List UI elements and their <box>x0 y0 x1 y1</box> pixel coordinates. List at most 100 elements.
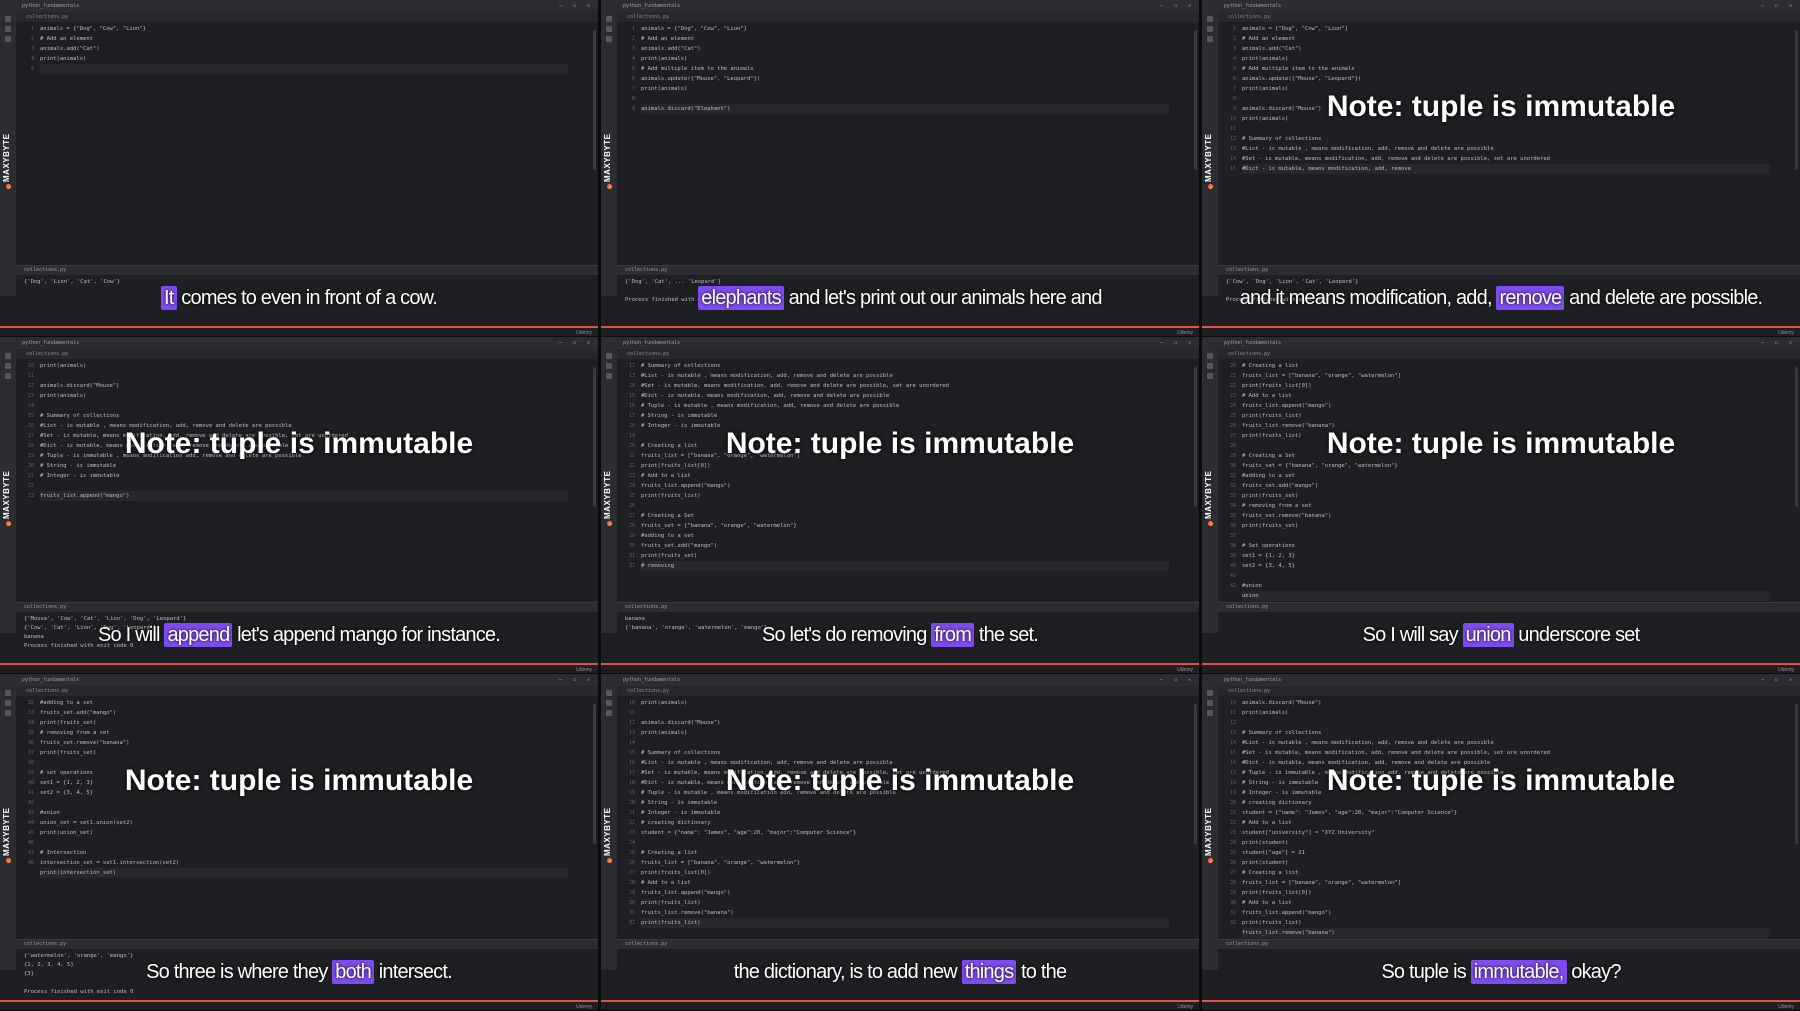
run-header[interactable]: collections.py <box>1218 266 1800 275</box>
code-line[interactable]: # Summary of collections <box>1242 728 1770 738</box>
code-line[interactable]: set1 = {1, 2, 3} <box>1242 551 1770 561</box>
run-tab-label[interactable]: collections.py <box>625 941 667 947</box>
code-line[interactable] <box>40 481 568 491</box>
code-line[interactable]: animals.update({"Mouse", "Leopard"}) <box>641 74 1169 84</box>
code-editor[interactable]: # Creating a list fruits_list = ["banana"… <box>1242 361 1770 601</box>
code-line[interactable]: student["age"] = 21 <box>1242 848 1770 858</box>
code-line[interactable]: print(fruits_list[0]) <box>1242 381 1770 391</box>
code-line[interactable]: print(animals) <box>641 728 1169 738</box>
code-line[interactable] <box>641 94 1169 104</box>
window-titlebar[interactable]: python_fundamentals — ◻ ✕ <box>0 337 598 349</box>
code-line[interactable]: print(fruits_list) <box>641 898 1169 908</box>
code-line[interactable]: print(fruits_set) <box>1242 491 1770 501</box>
code-line[interactable]: print(animals) <box>641 84 1169 94</box>
window-controls[interactable]: — ◻ ✕ <box>1160 337 1195 349</box>
code-line[interactable]: animals.discard("Elephant") <box>641 104 1169 114</box>
tab-collections[interactable]: collections.py <box>1228 688 1270 694</box>
run-header[interactable]: collections.py <box>1218 940 1800 949</box>
run-tab-label[interactable]: collections.py <box>24 604 66 610</box>
code-line[interactable] <box>1242 718 1770 728</box>
code-line[interactable]: # creating dictionary <box>641 818 1169 828</box>
structure-icon[interactable] <box>606 700 612 706</box>
window-controls[interactable]: — ◻ ✕ <box>559 674 594 686</box>
code-line[interactable]: union <box>1242 591 1770 601</box>
code-line[interactable] <box>40 838 568 848</box>
run-tab-label[interactable]: collections.py <box>625 267 667 273</box>
code-line[interactable]: # String - is immutable <box>641 411 1169 421</box>
window-controls[interactable]: — ◻ ✕ <box>1761 337 1796 349</box>
code-line[interactable]: #adding to a set <box>1242 471 1770 481</box>
window-controls[interactable]: — ◻ ✕ <box>1761 0 1796 12</box>
structure-icon[interactable] <box>606 363 612 369</box>
window-controls[interactable]: — ◻ ✕ <box>559 337 594 349</box>
code-line[interactable]: intersection_set = set1.intersection(set… <box>40 858 568 868</box>
code-line[interactable]: # Add an element <box>641 34 1169 44</box>
code-line[interactable] <box>40 401 568 411</box>
code-line[interactable]: # Add to a list <box>1242 818 1770 828</box>
code-line[interactable]: # Add an element <box>40 34 568 44</box>
window-titlebar[interactable]: python_fundamentals — ◻ ✕ <box>0 0 598 12</box>
structure-icon[interactable] <box>5 26 11 32</box>
more-icon[interactable] <box>1207 710 1213 716</box>
code-line[interactable]: animals.add("Cat") <box>1242 44 1770 54</box>
code-line[interactable]: print(fruits_list) <box>641 491 1169 501</box>
run-tab-label[interactable]: collections.py <box>1226 267 1268 273</box>
more-icon[interactable] <box>1207 373 1213 379</box>
code-line[interactable]: # removing from a set <box>40 728 568 738</box>
code-line[interactable]: print(union_set) <box>40 828 568 838</box>
code-editor[interactable]: # Summary of collections #List - is mutab… <box>641 361 1169 571</box>
code-line[interactable]: fruits_list.append("mango") <box>641 481 1169 491</box>
structure-icon[interactable] <box>606 26 612 32</box>
code-line[interactable]: # Creating a list <box>1242 361 1770 371</box>
code-line[interactable]: # Integer - is immutable <box>40 471 568 481</box>
window-controls[interactable]: — ◻ ✕ <box>559 0 594 12</box>
code-line[interactable]: print(animals) <box>40 361 568 371</box>
tab-collections[interactable]: collections.py <box>627 351 669 357</box>
code-line[interactable]: animals.update({"Mouse", "Leopard"}) <box>1242 74 1770 84</box>
code-line[interactable]: animals.discard("Mouse") <box>1242 698 1770 708</box>
folder-icon[interactable] <box>606 353 612 359</box>
code-line[interactable]: animals.add("Cat") <box>40 44 568 54</box>
code-line[interactable]: #adding to a set <box>641 531 1169 541</box>
code-line[interactable]: # creating dictionary <box>1242 798 1770 808</box>
code-line[interactable] <box>641 501 1169 511</box>
code-line[interactable]: print(fruits_list[0]) <box>1242 888 1770 898</box>
window-controls[interactable]: — ◻ ✕ <box>1761 674 1796 686</box>
tab-collections[interactable]: collections.py <box>1228 351 1270 357</box>
tab-collections[interactable]: collections.py <box>26 14 68 20</box>
tab-collections[interactable]: collections.py <box>1228 14 1270 20</box>
code-line[interactable]: animals.add("Cat") <box>641 44 1169 54</box>
code-line[interactable]: # Integer - is immutable <box>641 808 1169 818</box>
run-header[interactable]: collections.py <box>617 940 1199 949</box>
code-line[interactable]: # String - is immutable <box>641 798 1169 808</box>
code-line[interactable] <box>641 708 1169 718</box>
run-header[interactable]: collections.py <box>617 266 1199 275</box>
tab-collections[interactable]: collections.py <box>627 688 669 694</box>
code-line[interactable]: fruits_list.remove("banana") <box>1242 928 1770 938</box>
code-line[interactable]: fruits_set = {"banana", "orange", "water… <box>641 521 1169 531</box>
code-line[interactable]: print(fruits_set) <box>1242 521 1770 531</box>
editor-scrollbar[interactable] <box>593 30 596 170</box>
code-line[interactable]: print(animals) <box>1242 708 1770 718</box>
code-line[interactable]: #adding to a set <box>40 698 568 708</box>
folder-icon[interactable] <box>5 690 11 696</box>
window-titlebar[interactable]: python_fundamentals — ◻ ✕ <box>601 674 1199 686</box>
code-line[interactable]: # Creating a Set <box>641 511 1169 521</box>
tab-collections[interactable]: collections.py <box>627 14 669 20</box>
code-line[interactable]: print(fruits_set) <box>40 718 568 728</box>
folder-icon[interactable] <box>606 16 612 22</box>
code-line[interactable]: # Intersection <box>40 848 568 858</box>
code-line[interactable]: # Add multiple item to the animals <box>1242 64 1770 74</box>
code-line[interactable]: #Set - is mutable, means modification, a… <box>1242 748 1770 758</box>
code-line[interactable]: fruits_list.append("mango") <box>1242 908 1770 918</box>
run-header[interactable]: collections.py <box>617 603 1199 612</box>
code-line[interactable]: # Add an element <box>1242 34 1770 44</box>
code-line[interactable]: print(fruits_list) <box>1242 411 1770 421</box>
code-line[interactable] <box>1242 531 1770 541</box>
code-line[interactable]: #List - is mutable , means modification,… <box>1242 738 1770 748</box>
folder-icon[interactable] <box>5 353 11 359</box>
structure-icon[interactable] <box>1207 700 1213 706</box>
run-header[interactable]: collections.py <box>16 603 598 612</box>
code-line[interactable]: print(student) <box>1242 838 1770 848</box>
window-titlebar[interactable]: python_fundamentals — ◻ ✕ <box>1202 337 1800 349</box>
